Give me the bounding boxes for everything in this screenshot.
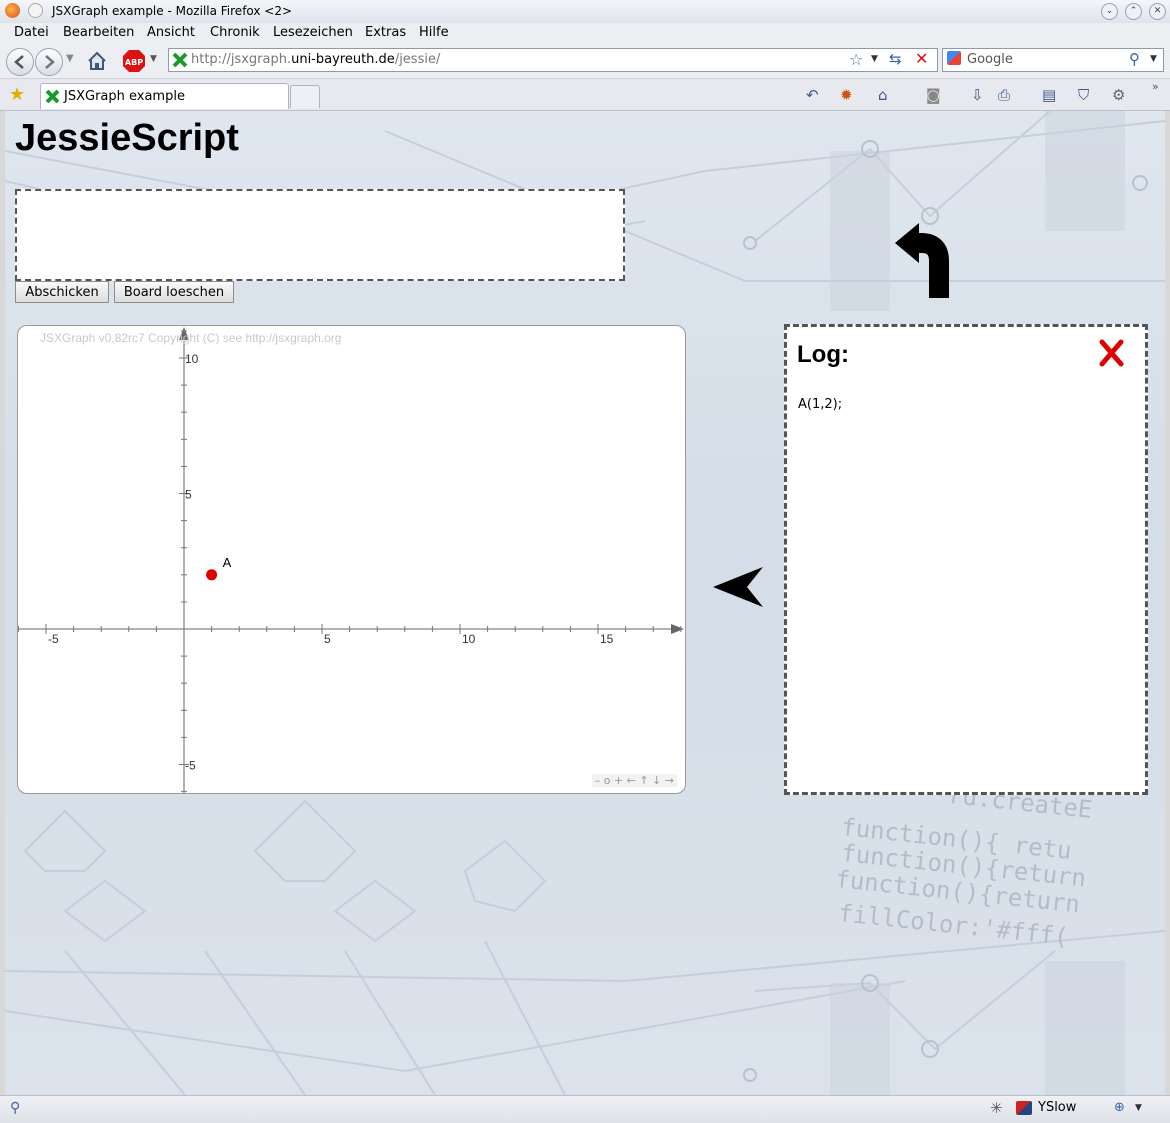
reload-icon[interactable]: ⇆ [889, 50, 902, 68]
y-tick-label: 10 [185, 352, 199, 366]
page-viewport: rd.createE function(){ retu function(){r… [5, 111, 1165, 1095]
url-bar[interactable]: http://jsxgraph.uni-bayreuth.de/jessie/ … [168, 48, 938, 72]
url-prefix: http://jsxgraph. [191, 52, 292, 67]
jsxgraph-board[interactable]: -5 5 10 15 10 5 -5 A JSXGraph v0.82rc7 Copyrigh… [17, 325, 686, 794]
bookmark-star-icon[interactable]: ☆ [849, 50, 863, 69]
site-favicon-icon [172, 52, 188, 68]
search-engine-dropdown-icon[interactable]: ▼ [1150, 54, 1157, 64]
board-copyright: JSXGraph v0.82rc7 Copyright (C) see http… [40, 331, 342, 345]
maximize-button[interactable]: ⌃ [1125, 3, 1142, 20]
menu-hilfe[interactable]: Hilfe [419, 25, 449, 40]
adblock-dropdown-icon[interactable]: ▼ [150, 54, 157, 64]
find-icon[interactable]: ⚲ [10, 1100, 20, 1116]
board-canvas[interactable]: -5 5 10 15 10 5 -5 A [18, 326, 685, 793]
arrow-left-pointer-icon [713, 567, 763, 607]
menu-bar: Datei Bearbeiten Ansicht Chronik Lesezei… [0, 23, 1170, 45]
log-entry: A(1,2); [798, 397, 843, 412]
bookmarks-star-icon[interactable]: ★ [9, 84, 25, 105]
menu-chronik[interactable]: Chronik [210, 25, 260, 40]
url-path: /jessie/ [394, 52, 441, 67]
svg-text:ABP: ABP [125, 58, 143, 67]
return-arrow-icon [895, 223, 949, 298]
url-domain: uni-bayreuth.de [291, 52, 395, 67]
stop-icon[interactable]: ✕ [915, 49, 928, 68]
undo-icon[interactable]: ↶ [806, 86, 819, 104]
page-icon[interactable]: ▤ [1042, 86, 1056, 104]
firebug-status-icon[interactable]: ✳ [990, 1099, 1003, 1117]
settings-gear-icon[interactable]: ⚙ [1112, 86, 1125, 104]
back-arrow-icon [14, 55, 24, 69]
history-dropdown-icon[interactable]: ▼ [66, 53, 74, 64]
y-tick-label: -5 [185, 759, 196, 773]
x-tick-label: -5 [48, 632, 59, 646]
log-heading: Log: [797, 341, 849, 368]
search-icon[interactable]: ⚲ [1129, 50, 1140, 68]
search-box[interactable]: Google ⚲ ▼ [942, 48, 1164, 72]
x-tick-label: 5 [324, 632, 331, 646]
board-navigation-controls[interactable]: – o + ← ↑ ↓ → [591, 774, 677, 787]
point-label: A [223, 555, 232, 570]
adblock-icon[interactable]: ABP [122, 49, 146, 73]
close-window-button[interactable]: ✕ [1149, 3, 1166, 20]
point-A[interactable] [206, 569, 218, 581]
new-tab-button[interactable] [290, 85, 320, 108]
download-icon[interactable]: ⇩ [971, 86, 984, 104]
window-title: JSXGraph example - Mozilla Firefox <2> [52, 4, 293, 18]
security-shield-icon[interactable]: ⛉ [1078, 86, 1089, 104]
tab-jsxgraph-example[interactable]: JSXGraph example [40, 83, 289, 109]
tab-label: JSXGraph example [64, 89, 185, 104]
page-title: JessieScript [15, 117, 239, 159]
y-tick-label: 5 [185, 488, 192, 502]
close-log-icon[interactable] [1099, 339, 1125, 367]
submit-button[interactable]: Abschicken [15, 281, 109, 303]
x-tick-label: 15 [600, 632, 614, 646]
minimize-button[interactable]: ⌄ [1101, 3, 1118, 20]
forward-button[interactable] [35, 48, 63, 76]
menu-lesezeichen[interactable]: Lesezeichen [273, 25, 353, 40]
firebug-icon[interactable]: ✹ [840, 86, 853, 104]
menu-datei[interactable]: Datei [14, 25, 49, 40]
url-dropdown-icon[interactable]: ▼ [871, 54, 878, 64]
status-dropdown-icon[interactable]: ▼ [1135, 1103, 1142, 1113]
x-axis-arrow [671, 624, 684, 634]
menu-ansicht[interactable]: Ansicht [147, 25, 195, 40]
back-button[interactable] [6, 48, 34, 76]
window-menu-icon[interactable] [28, 3, 43, 18]
yslow-icon[interactable] [1016, 1101, 1032, 1115]
rss-icon[interactable]: ◙ [926, 86, 941, 104]
firefox-logo-icon [5, 3, 20, 18]
menu-bearbeiten[interactable]: Bearbeiten [63, 25, 134, 40]
menu-extras[interactable]: Extras [365, 25, 406, 40]
x-tick-label: 10 [462, 632, 476, 646]
forward-arrow-icon [45, 55, 55, 69]
tab-favicon-icon [45, 89, 60, 104]
window-title-bar: JSXGraph example - Mozilla Firefox <2> ⌄… [0, 0, 1170, 24]
zoom-status-icon[interactable]: ⊕ [1114, 1100, 1125, 1115]
more-tools-icon[interactable]: » [1152, 80, 1159, 93]
status-bar: ⚲ ✳ YSlow ⊕ ▼ [0, 1095, 1170, 1123]
url-text: http://jsxgraph.uni-bayreuth.de/jessie/ [191, 52, 440, 67]
toolbar-home-icon[interactable]: ⌂ [878, 86, 888, 104]
google-logo-icon [947, 51, 961, 65]
script-input-field[interactable] [15, 189, 625, 281]
print-icon[interactable]: ⎙ [998, 86, 1010, 104]
yslow-label[interactable]: YSlow [1038, 1100, 1076, 1115]
clear-board-button[interactable]: Board loeschen [114, 281, 234, 303]
search-input-placeholder: Google [967, 52, 1013, 67]
home-icon[interactable] [86, 50, 108, 72]
log-panel: Log: A(1,2); [784, 324, 1148, 795]
